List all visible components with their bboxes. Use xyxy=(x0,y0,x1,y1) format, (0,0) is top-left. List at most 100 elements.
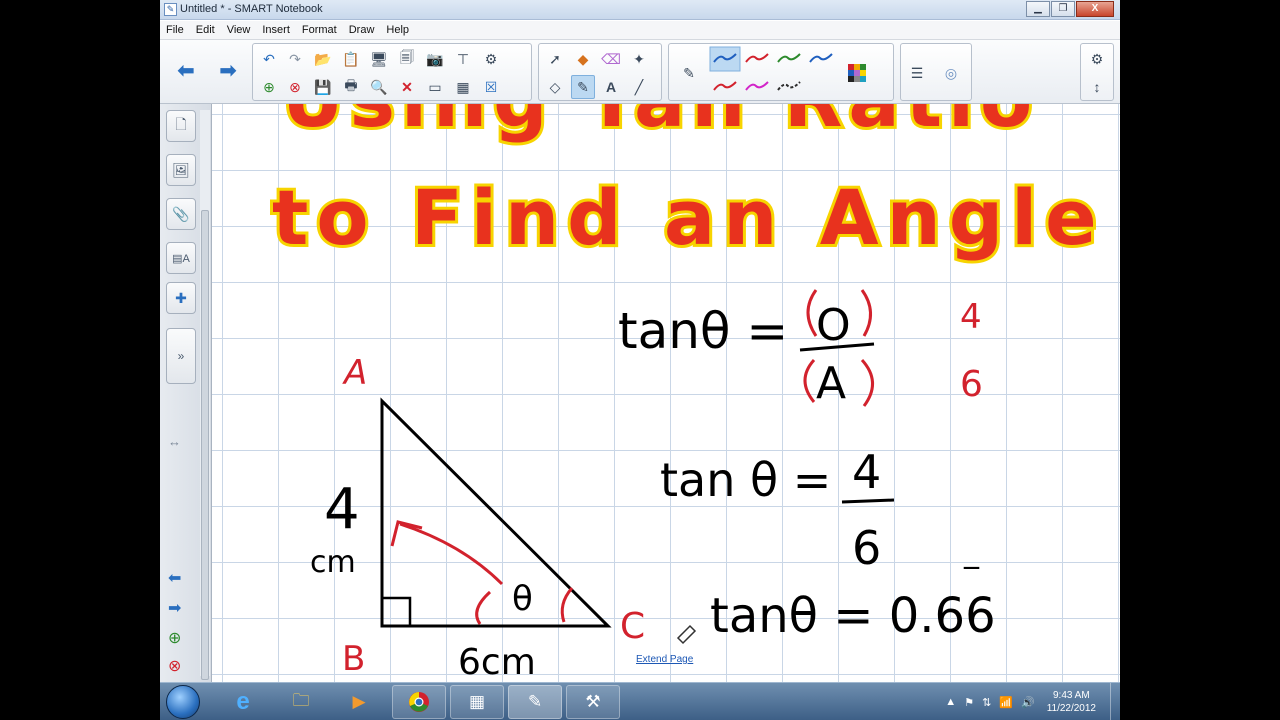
shapes-icon[interactable]: ◆ xyxy=(571,47,595,71)
line-style-icon[interactable]: ☰ xyxy=(905,61,929,85)
notebook-icon: ✎ xyxy=(164,3,177,16)
fill-icon[interactable]: ◇ xyxy=(543,75,567,99)
save-icon[interactable]: 💾 xyxy=(311,75,335,99)
formula-1-note-top: 4 xyxy=(960,297,982,337)
menu-draw[interactable]: Draw xyxy=(343,24,381,36)
internet-explorer-icon[interactable]: e xyxy=(216,685,270,719)
restore-button[interactable]: ❐ xyxy=(1051,1,1075,17)
volume-icon[interactable]: 🔊 xyxy=(1021,696,1035,709)
smart-notebook-window: ✎ Untitled * - SMART Notebook ▁ ❐ X File… xyxy=(160,0,1120,720)
start-button[interactable] xyxy=(166,685,200,719)
add-page-icon[interactable]: ⊕ xyxy=(168,628,181,648)
text-icon[interactable]: A xyxy=(599,75,623,99)
pen-style-swatches[interactable] xyxy=(709,46,841,98)
clock[interactable]: 9:43 AM 11/22/2012 xyxy=(1047,689,1096,715)
forward-arrow-icon[interactable]: ➡ xyxy=(168,598,181,618)
smart-tools-icon[interactable]: ⚒ xyxy=(566,685,620,719)
eraser-icon[interactable]: ⌫ xyxy=(599,47,623,71)
smart-notebook-icon[interactable]: ✎ xyxy=(508,685,562,719)
pen-style-swatch[interactable] xyxy=(745,53,769,63)
sidebar-scrollbar[interactable] xyxy=(200,110,210,680)
line-icon[interactable]: ╱ xyxy=(627,75,651,99)
close-button[interactable]: X xyxy=(1076,1,1114,17)
windows-taskbar: e 🗀 ▶ ▦ ✎ ⚒ ▲ ⚑ ⇅ 📶 🔊 9:43 AM 11/22/2012 xyxy=(160,682,1120,720)
chrome-icon[interactable] xyxy=(392,685,446,719)
undo-icon[interactable]: ↶ xyxy=(257,47,281,71)
close-icon[interactable]: ☒ xyxy=(479,75,503,99)
formula-1-numerator: O xyxy=(816,300,851,351)
redo-icon[interactable]: ↷ xyxy=(283,47,307,71)
gallery-icon[interactable]: 🖼 xyxy=(166,154,196,186)
plugin-icon[interactable]: ⚙ xyxy=(479,47,503,71)
back-arrow-icon[interactable]: ⬅ xyxy=(174,58,198,82)
menu-insert[interactable]: Insert xyxy=(256,24,296,36)
gear-icon[interactable]: ⚙ xyxy=(1085,47,1109,71)
action-center-icon[interactable]: ⚑ xyxy=(964,696,974,709)
recurring-decimal-mark: ‾ xyxy=(963,563,980,598)
menu-format[interactable]: Format xyxy=(296,24,343,36)
formula-1-left: tanθ = xyxy=(618,302,788,360)
back-arrow-icon[interactable]: ⬅ xyxy=(168,568,181,588)
print-icon[interactable]: 🖶 xyxy=(339,75,363,99)
denominator-bracket-right xyxy=(860,358,874,407)
pen-style-swatch[interactable] xyxy=(713,81,737,91)
paste-icon[interactable]: 📋 xyxy=(339,47,363,71)
delete-page-icon[interactable]: ⊗ xyxy=(168,656,181,676)
window-controls: ▁ ❐ X xyxy=(1025,1,1114,17)
angle-arc xyxy=(560,587,574,623)
select-icon[interactable]: ➚ xyxy=(543,47,567,71)
vertex-a-label: A xyxy=(342,353,367,393)
whiteboard-canvas[interactable]: Using Tan Ratio to Find an Angle A B C 4… xyxy=(212,104,1120,682)
screen-capture-icon[interactable]: 🖥 xyxy=(367,47,391,71)
magic-pen-icon[interactable]: ✦ xyxy=(627,47,651,71)
menu-file[interactable]: File xyxy=(160,24,190,36)
show-hidden-icon[interactable]: ▲ xyxy=(945,696,956,708)
clock-date: 11/22/2012 xyxy=(1046,703,1096,714)
denominator-bracket-left xyxy=(803,358,816,403)
table-icon[interactable]: ⊤ xyxy=(451,47,475,71)
fill-effects-icon[interactable]: ◎ xyxy=(939,61,963,85)
menu-bar: File Edit View Insert Format Draw Help xyxy=(160,21,1120,40)
new-page-icon[interactable]: ⊕ xyxy=(257,75,281,99)
pen-style-swatch[interactable] xyxy=(809,53,833,63)
addons-icon[interactable]: ✚ xyxy=(166,282,196,314)
sidebar-scroll-thumb[interactable] xyxy=(201,210,209,680)
menu-help[interactable]: Help xyxy=(380,24,415,36)
table-insert-icon[interactable]: ▦ xyxy=(451,75,475,99)
arrow-head xyxy=(390,520,423,547)
menu-view[interactable]: View xyxy=(221,24,257,36)
right-angle-mark xyxy=(382,596,412,626)
collapse-sidebar-button[interactable]: » xyxy=(166,328,196,384)
network-device-icon[interactable]: ⇅ xyxy=(982,696,991,709)
page-icon[interactable]: 🗐 xyxy=(395,47,419,71)
formula-3: tanθ = 0.66 xyxy=(710,588,996,644)
pen-style-swatch[interactable] xyxy=(777,53,801,63)
title-bar: ✎ Untitled * - SMART Notebook ▁ ❐ X xyxy=(160,0,1120,20)
calculator-icon[interactable]: ▦ xyxy=(450,685,504,719)
magnifier-icon[interactable]: 🔍 xyxy=(367,75,391,99)
pen-icon[interactable]: ✎ xyxy=(677,61,701,85)
minimize-button[interactable]: ▁ xyxy=(1026,1,1050,17)
attachments-icon[interactable]: 📎 xyxy=(166,198,196,230)
menu-edit[interactable]: Edit xyxy=(190,24,221,36)
show-desktop-button[interactable] xyxy=(1110,683,1120,720)
move-toolbar-icon[interactable]: ↕ xyxy=(1085,75,1109,99)
forward-arrow-icon[interactable]: ➡ xyxy=(216,58,240,82)
screen-shade-icon[interactable]: ▭ xyxy=(423,75,447,99)
delete-page-icon[interactable]: ⊗ xyxy=(283,75,307,99)
properties-icon[interactable]: ▤A xyxy=(166,242,196,274)
pen-style-swatch[interactable] xyxy=(745,81,769,91)
creative-pen-icon[interactable]: ✎ xyxy=(571,75,595,99)
media-player-icon[interactable]: ▶ xyxy=(332,685,386,719)
pen-style-swatch[interactable] xyxy=(777,81,801,91)
camera-icon[interactable]: 📷 xyxy=(423,47,447,71)
resize-handle-icon[interactable]: ↔ xyxy=(168,434,181,449)
signal-icon[interactable]: 📶 xyxy=(999,696,1013,709)
open-file-icon[interactable]: 📂 xyxy=(311,47,335,71)
file-explorer-icon[interactable]: 🗀 xyxy=(274,685,328,719)
color-palette-icon[interactable] xyxy=(845,61,869,85)
delete-icon[interactable]: ✕ xyxy=(395,75,419,99)
extend-page-link[interactable]: Extend Page xyxy=(636,654,693,665)
pen-styles-group: ✎ xyxy=(668,43,894,101)
page-sorter-icon[interactable]: 🗋 xyxy=(166,110,196,142)
